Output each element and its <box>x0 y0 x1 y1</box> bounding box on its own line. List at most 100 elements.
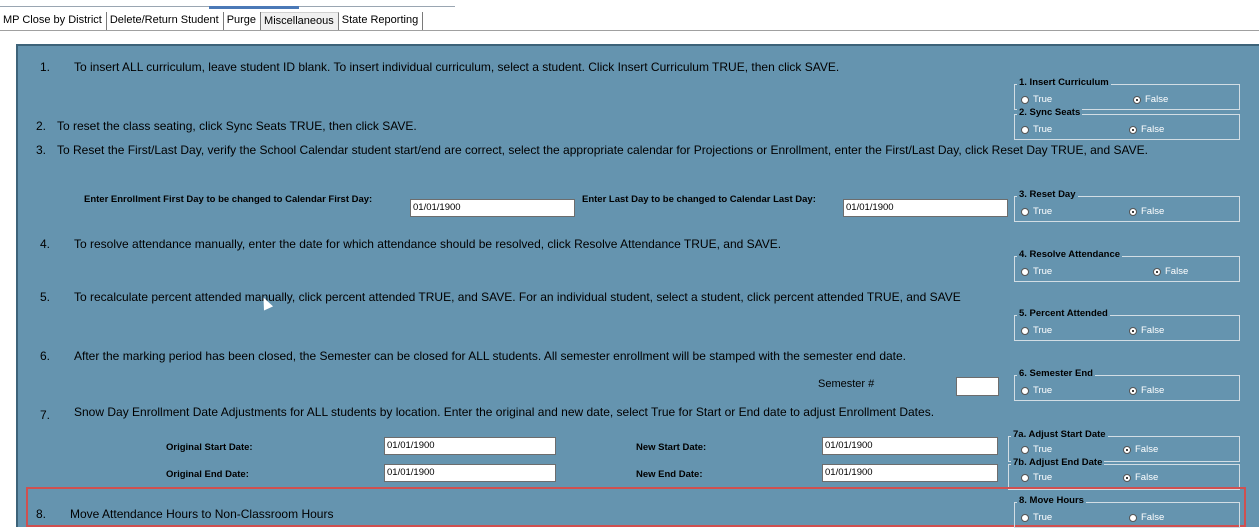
radio-label: False <box>1141 206 1165 217</box>
tab-purge[interactable]: Purge <box>223 12 262 30</box>
insert-curriculum-false[interactable]: False <box>1133 94 1168 105</box>
radio-label: False <box>1141 512 1165 523</box>
step-number-4: 4. <box>40 237 51 251</box>
reset-day-title: 3. Reset Day <box>1017 189 1078 200</box>
radio-icon <box>1021 386 1029 395</box>
sync-seats-title: 2. Sync Seats <box>1017 107 1083 118</box>
move-hours-false[interactable]: False <box>1129 512 1164 523</box>
step-5-instructions: To recalculate percent attended manually… <box>74 290 961 304</box>
radio-label: False <box>1141 124 1165 135</box>
radio-label: True <box>1033 94 1053 105</box>
step-7-instructions: Snow Day Enrollment Date Adjustments for… <box>74 405 935 419</box>
last-day-input[interactable]: 01/01/1900 <box>843 199 1008 217</box>
step-1-instructions: To insert ALL curriculum, leave student … <box>74 60 840 74</box>
radio-icon <box>1021 513 1029 522</box>
step-number-7: 7. <box>40 408 51 422</box>
radio-label: True <box>1033 266 1053 277</box>
sync-seats-true[interactable]: True <box>1021 124 1052 135</box>
semester-end-true[interactable]: True <box>1021 385 1052 396</box>
adjust-end-date-false[interactable]: False <box>1123 472 1158 483</box>
move-hours-group: 8. Move Hours True False <box>1014 495 1240 528</box>
radio-label: True <box>1033 385 1053 396</box>
radio-selected-icon <box>1129 326 1137 335</box>
new-start-date-label: New Start Date: <box>636 442 707 453</box>
adjust-end-date-true[interactable]: True <box>1021 472 1052 483</box>
adjust-end-date-title: 7b. Adjust End Date <box>1011 457 1105 468</box>
semester-label: Semester # <box>818 378 875 390</box>
first-day-input[interactable]: 01/01/1900 <box>410 199 575 217</box>
radio-selected-icon <box>1129 207 1137 216</box>
semester-end-title: 6. Semester End <box>1017 368 1095 379</box>
step-number-6: 6. <box>40 349 51 363</box>
step-3-instructions: To Reset the First/Last Day, verify the … <box>57 143 1148 157</box>
resolve-attendance-group: 4. Resolve Attendance True False <box>1014 249 1240 282</box>
move-hours-title: 8. Move Hours <box>1017 495 1086 506</box>
original-start-date-label: Original Start Date: <box>166 442 253 453</box>
sync-seats-false[interactable]: False <box>1129 124 1164 135</box>
percent-attended-title: 5. Percent Attended <box>1017 308 1110 319</box>
radio-label: False <box>1135 444 1159 455</box>
insert-curriculum-true[interactable]: True <box>1021 94 1052 105</box>
reset-day-false[interactable]: False <box>1129 206 1164 217</box>
step-number-2: 2. <box>36 119 47 133</box>
tab-delete-return-student[interactable]: Delete/Return Student <box>106 12 224 30</box>
step-number-1: 1. <box>40 60 51 74</box>
step-number-5: 5. <box>40 290 51 304</box>
radio-selected-icon <box>1123 473 1131 482</box>
resolve-attendance-false[interactable]: False <box>1153 266 1188 277</box>
radio-label: True <box>1033 472 1053 483</box>
radio-icon <box>1021 125 1029 134</box>
semester-end-group: 6. Semester End True False <box>1014 368 1240 401</box>
insert-curriculum-title: 1. Insert Curriculum <box>1017 77 1111 88</box>
radio-label: True <box>1033 444 1053 455</box>
radio-icon <box>1021 207 1029 216</box>
radio-label: False <box>1165 266 1189 277</box>
tab-mp-close-by-district[interactable]: MP Close by District <box>0 12 107 30</box>
radio-label: True <box>1033 325 1053 336</box>
semester-input[interactable] <box>956 377 999 396</box>
adjust-start-date-true[interactable]: True <box>1021 444 1052 455</box>
new-end-date-input[interactable]: 01/01/1900 <box>822 464 998 482</box>
radio-label: True <box>1033 512 1053 523</box>
reset-day-true[interactable]: True <box>1021 206 1052 217</box>
radio-label: False <box>1145 94 1169 105</box>
percent-attended-true[interactable]: True <box>1021 325 1052 336</box>
percent-attended-group: 5. Percent Attended True False <box>1014 308 1240 341</box>
radio-selected-icon <box>1133 95 1141 104</box>
adjust-start-date-title: 7a. Adjust Start Date <box>1011 429 1108 440</box>
percent-attended-false[interactable]: False <box>1129 325 1164 336</box>
radio-icon <box>1021 267 1029 276</box>
radio-icon <box>1021 473 1029 482</box>
original-start-date-input[interactable]: 01/01/1900 <box>384 437 556 455</box>
resolve-attendance-title: 4. Resolve Attendance <box>1017 249 1123 260</box>
original-end-date-label: Original End Date: <box>166 469 249 480</box>
new-end-date-label: New End Date: <box>636 469 703 480</box>
radio-icon <box>1021 95 1029 104</box>
move-hours-true[interactable]: True <box>1021 512 1052 523</box>
radio-icon <box>1021 326 1029 335</box>
radio-label: True <box>1033 124 1053 135</box>
original-end-date-input[interactable]: 01/01/1900 <box>384 464 556 482</box>
radio-label: False <box>1141 325 1165 336</box>
tab-state-reporting[interactable]: State Reporting <box>338 12 424 30</box>
radio-selected-icon <box>1123 445 1131 454</box>
radio-selected-icon <box>1153 267 1161 276</box>
step-number-3: 3. <box>36 143 47 157</box>
tab-miscellaneous[interactable]: Miscellaneous <box>261 12 339 30</box>
resolve-attendance-true[interactable]: True <box>1021 266 1052 277</box>
sync-seats-group: 2. Sync Seats True False <box>1014 107 1240 140</box>
semester-end-false[interactable]: False <box>1129 385 1164 396</box>
step-4-instructions: To resolve attendance manually, enter th… <box>74 237 782 251</box>
reset-day-group: 3. Reset Day True False <box>1014 189 1240 222</box>
first-day-label: Enter Enrollment First Day to be changed… <box>84 194 373 205</box>
tabs-underline <box>0 30 1259 31</box>
last-day-label: Enter Last Day to be changed to Calendar… <box>582 194 816 205</box>
radio-label: False <box>1141 385 1165 396</box>
adjust-start-date-false[interactable]: False <box>1123 444 1158 455</box>
radio-icon <box>1021 445 1029 454</box>
new-start-date-input[interactable]: 01/01/1900 <box>822 437 998 455</box>
tab-bar: MP Close by District Delete/Return Stude… <box>0 0 1259 30</box>
tabs: MP Close by District Delete/Return Stude… <box>0 12 424 30</box>
radio-icon <box>1129 513 1137 522</box>
radio-label: True <box>1033 206 1053 217</box>
